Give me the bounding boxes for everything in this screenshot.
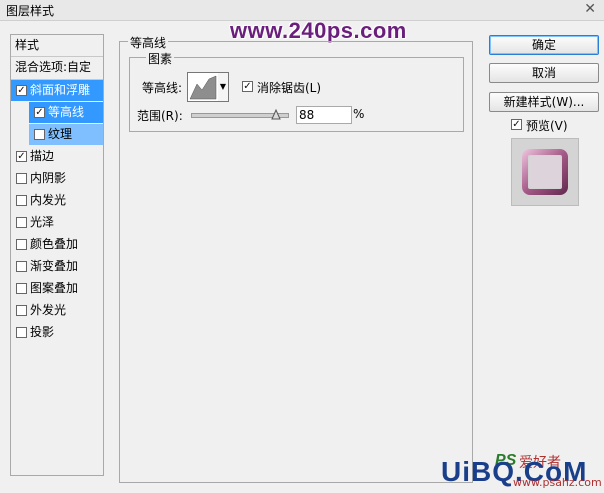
checkbox-contour[interactable]: ✓ [34,107,45,118]
checkbox-drop-shadow[interactable] [16,327,27,338]
checkbox-stroke[interactable]: ✓ [16,151,27,162]
footer-watermark: PS 爱好者 UiBQ.CoM www.psahz.com [441,452,602,490]
close-icon[interactable]: ✕ [584,1,596,17]
style-item-inner-shadow[interactable]: 内阴影 [11,168,103,189]
range-label: 范围(R): [137,109,183,123]
checkbox-inner-shadow[interactable] [16,173,27,184]
antialias-checkbox[interactable]: ✓ [242,81,253,92]
new-style-button[interactable]: 新建样式(W)... [489,92,599,112]
contour-label: 等高线: [142,81,183,95]
preview-checkbox[interactable]: ✓ [511,119,522,130]
range-unit: % [353,107,365,121]
checkbox-bevel-emboss[interactable]: ✓ [16,85,27,96]
contour-section-title: 等高线 [128,34,169,51]
style-item-label: 等高线 [48,105,85,119]
preview-label: 预览(V) [526,119,568,133]
contour-picker[interactable] [187,72,219,102]
checkbox-inner-glow[interactable] [16,195,27,206]
elements-group-title: 图素 [146,50,175,67]
chevron-down-icon[interactable]: ▼ [218,72,229,102]
checkbox-color-overlay[interactable] [16,239,27,250]
checkbox-gradient-overlay[interactable] [16,261,27,272]
window-title: 图层样式 [6,4,55,18]
style-item-label: 光泽 [30,215,55,229]
style-preview-thumbnail [511,138,579,206]
style-item-label: 渐变叠加 [30,259,79,273]
style-item-label: 图案叠加 [30,281,79,295]
checkbox-texture[interactable] [34,129,45,140]
style-item-label: 内发光 [30,193,67,207]
range-slider-thumb[interactable] [271,109,281,120]
checkbox-pattern-overlay[interactable] [16,283,27,294]
style-item-outer-glow[interactable]: 外发光 [11,300,103,321]
style-item-pattern-overlay[interactable]: 图案叠加 [11,278,103,299]
style-item-label: 纹理 [48,127,73,141]
styles-list: 样式 混合选项:自定 ✓ 斜面和浮雕 ✓ 等高线 纹理 ✓ 描边 内阴影 内发光… [10,34,104,476]
blending-options-label: 混合选项:自定 [15,60,92,74]
style-item-contour[interactable]: ✓ 等高线 [29,102,103,123]
checkbox-outer-glow[interactable] [16,305,27,316]
style-item-label: 外发光 [30,303,67,317]
style-item-drop-shadow[interactable]: 投影 [11,322,103,343]
styles-header[interactable]: 样式 [11,35,103,56]
style-item-color-overlay[interactable]: 颜色叠加 [11,234,103,255]
blending-options-item[interactable]: 混合选项:自定 [11,57,103,78]
checkbox-satin[interactable] [16,217,27,228]
footer-watermark-small: www.psahz.com [513,476,602,489]
style-item-label: 内阴影 [30,171,67,185]
styles-header-label: 样式 [15,38,40,52]
cancel-button[interactable]: 取消 [489,63,599,83]
contour-curve-icon [189,75,217,100]
style-item-label: 颜色叠加 [30,237,79,251]
antialias-label: 消除锯齿(L) [257,81,322,95]
style-item-texture[interactable]: 纹理 [29,124,103,145]
ok-button[interactable]: 确定 [489,35,599,55]
style-item-inner-glow[interactable]: 内发光 [11,190,103,211]
style-item-label: 投影 [30,325,55,339]
range-input[interactable]: 88 [296,106,352,124]
style-item-label: 斜面和浮雕 [30,83,91,97]
preview-frame-icon [522,149,568,195]
style-item-stroke[interactable]: ✓ 描边 [11,146,103,167]
style-item-bevel-emboss[interactable]: ✓ 斜面和浮雕 [11,80,103,101]
style-item-satin[interactable]: 光泽 [11,212,103,233]
style-item-label: 描边 [30,149,55,163]
style-item-gradient-overlay[interactable]: 渐变叠加 [11,256,103,277]
